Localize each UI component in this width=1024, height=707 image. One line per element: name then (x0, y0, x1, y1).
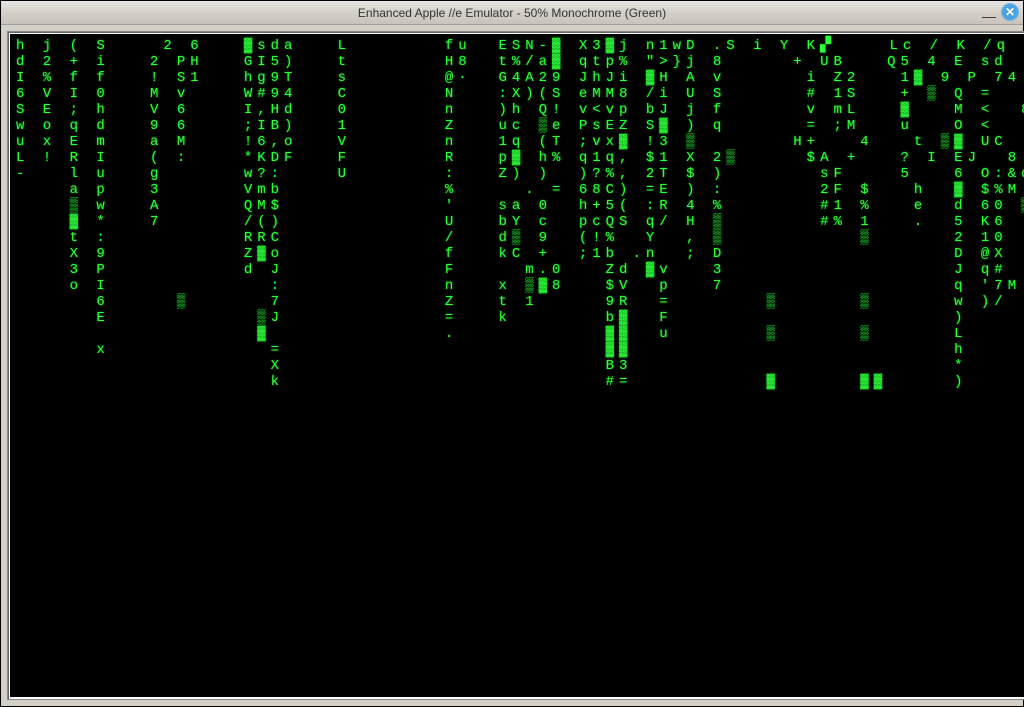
minimize-button[interactable]: — (981, 4, 997, 20)
emulator-screen[interactable]: h j ( S 2 6 ▓sda L fu ESN-▓ X3▓j n1wD .S… (10, 34, 1024, 697)
window-title: Enhanced Apple //e Emulator - 50% Monoch… (358, 6, 666, 20)
body-area: h j ( S 2 6 ▓sda L fu ESN-▓ X3▓j n1wD .S… (1, 25, 1023, 706)
window-controls: — ✕ (981, 3, 1019, 21)
screen-frame: h j ( S 2 6 ▓sda L fu ESN-▓ X3▓j n1wD .S… (7, 31, 1024, 700)
app-window: Enhanced Apple //e Emulator - 50% Monoch… (0, 0, 1024, 707)
close-button[interactable]: ✕ (1001, 3, 1019, 21)
titlebar[interactable]: Enhanced Apple //e Emulator - 50% Monoch… (1, 1, 1023, 25)
